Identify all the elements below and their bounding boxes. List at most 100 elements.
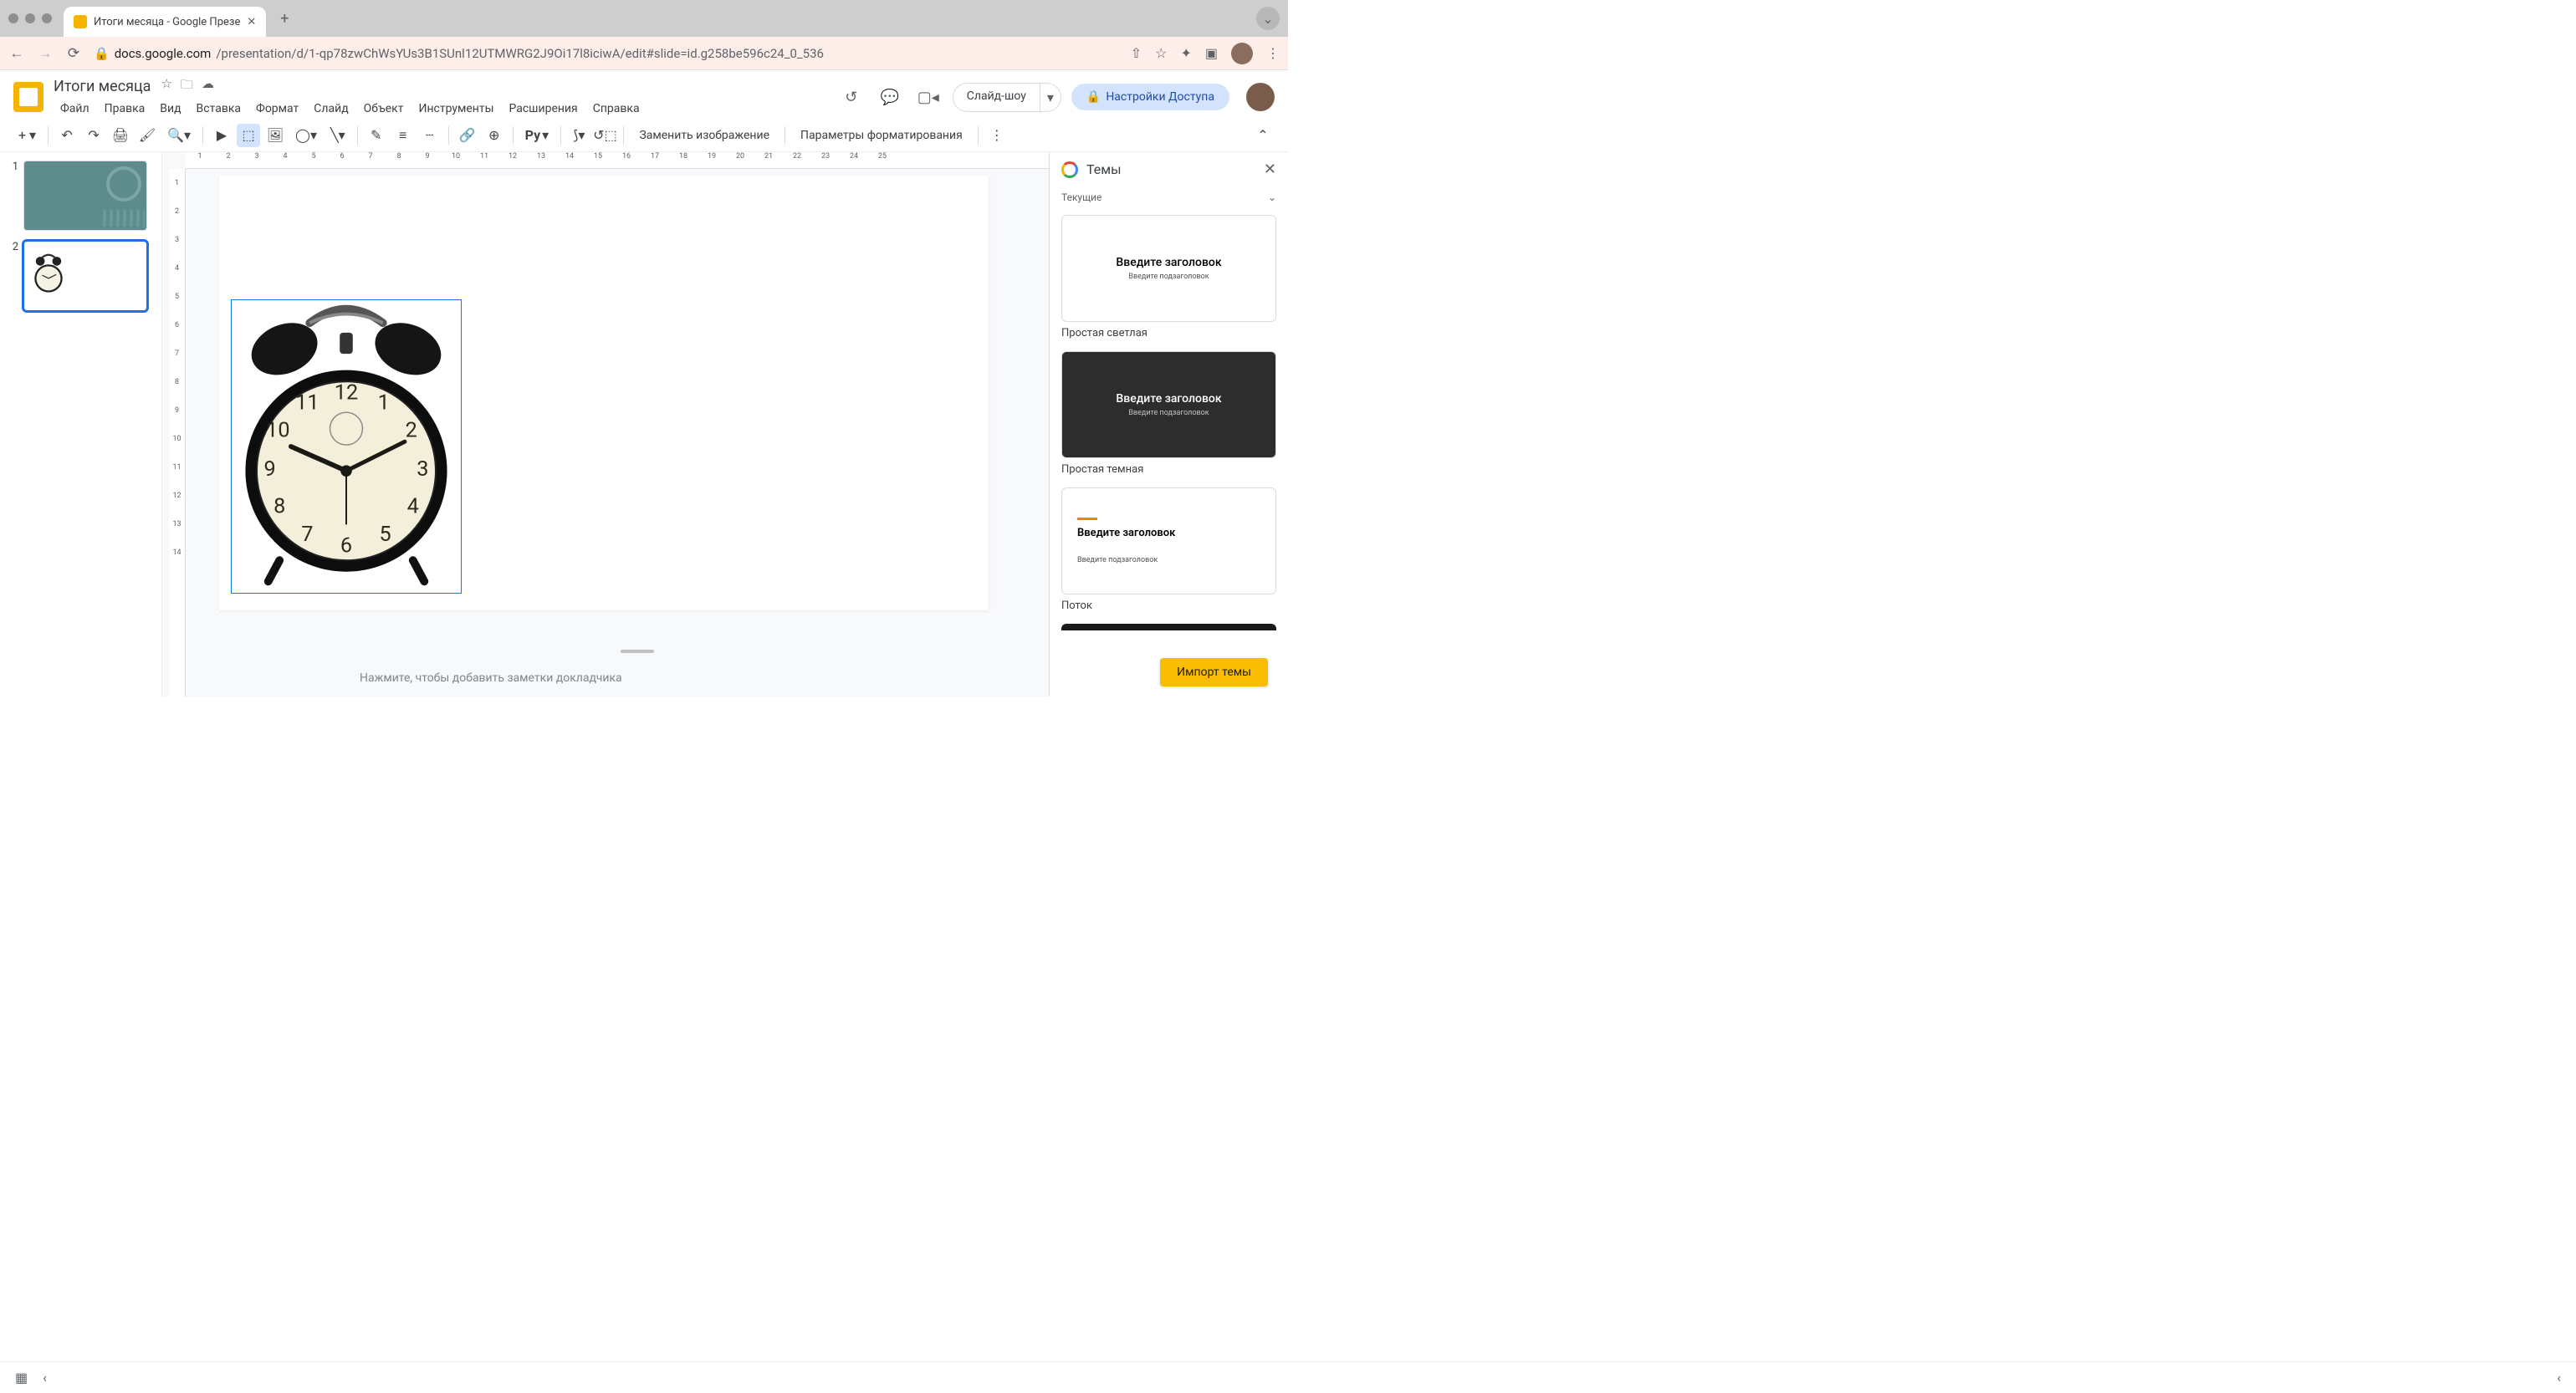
vertical-ruler: 1234567891011121314: [169, 169, 186, 696]
slide-filmstrip[interactable]: 1 2: [0, 152, 162, 696]
svg-text:6: 6: [340, 533, 352, 558]
profile-avatar[interactable]: [1231, 43, 1253, 64]
explore-button[interactable]: ‹: [2557, 1370, 2561, 1385]
mask-button[interactable]: Py▾: [520, 124, 555, 147]
history-icon[interactable]: ↺: [837, 83, 866, 111]
undo-button[interactable]: ↶: [55, 124, 79, 147]
new-slide-button[interactable]: + ▾: [13, 124, 41, 147]
slide-thumbnail-2[interactable]: [23, 241, 147, 311]
maximize-window-icon[interactable]: [42, 13, 52, 23]
main-area: 1 2 123456789101112131415161718192021222…: [0, 152, 1288, 696]
cloud-saved-icon: ☁: [202, 76, 214, 97]
image-tool[interactable]: 🖼: [263, 124, 287, 147]
menu-slide[interactable]: Слайд: [307, 99, 355, 119]
border-dash-button[interactable]: ┄: [418, 124, 442, 147]
menu-format[interactable]: Формат: [249, 99, 305, 119]
theme-card-flow[interactable]: Введите заголовок Введите подзаголовок: [1061, 487, 1276, 594]
notes-placeholder[interactable]: Нажмите, чтобы добавить заметки докладчи…: [360, 671, 622, 685]
theme-label: Поток: [1061, 600, 1276, 612]
reload-button[interactable]: ⟳: [65, 45, 82, 62]
share-button[interactable]: 🔒 Настройки Доступа: [1071, 84, 1229, 110]
menu-edit[interactable]: Правка: [98, 99, 152, 119]
theme-label: Простая темная: [1061, 463, 1276, 476]
replace-image-button[interactable]: Заменить изображение: [631, 129, 778, 142]
url-path: /presentation/d/1-qp78zwChWsYUs3B1SUnl12…: [216, 46, 824, 61]
alarm-clock-image: 1212 345 678 91011: [232, 300, 461, 593]
menu-help[interactable]: Справка: [586, 99, 647, 119]
shape-tool[interactable]: ◯▾: [290, 124, 322, 147]
lock-icon: 🔒: [94, 46, 110, 61]
browser-tab[interactable]: Итоги месяца - Google Презе ✕: [64, 7, 266, 37]
zoom-button[interactable]: 🔍▾: [162, 124, 196, 147]
explore-icon[interactable]: ‹: [43, 1370, 47, 1385]
textbox-tool[interactable]: ⬚: [237, 124, 260, 147]
slide-number: 1: [7, 161, 18, 231]
menu-tools[interactable]: Инструменты: [411, 99, 500, 119]
horizontal-ruler: 1234567891011121314151617181920212223242…: [186, 152, 1049, 169]
forward-button[interactable]: →: [37, 45, 54, 62]
line-tool[interactable]: ╲▾: [325, 124, 350, 147]
paint-format-button[interactable]: 🖌: [135, 124, 159, 147]
slide-canvas[interactable]: 1212 345 678 91011: [219, 176, 989, 610]
meet-icon[interactable]: ▢◂: [914, 83, 943, 111]
kebab-menu-icon[interactable]: ⋮: [1266, 45, 1280, 61]
tabs-menu-button[interactable]: ⌄: [1256, 7, 1280, 30]
slide-number: 2: [7, 241, 18, 311]
menu-insert[interactable]: Вставка: [190, 99, 248, 119]
slideshow-button[interactable]: Слайд-шоу: [953, 83, 1040, 112]
svg-text:1: 1: [378, 390, 390, 415]
tab-title: Итоги месяца - Google Презе: [94, 16, 240, 28]
border-weight-button[interactable]: ≡: [391, 124, 415, 147]
svg-text:7: 7: [301, 523, 313, 547]
slides-logo-icon[interactable]: [13, 82, 43, 112]
import-theme-button[interactable]: Импорт темы: [1160, 658, 1268, 686]
notes-resize-handle[interactable]: [621, 650, 654, 653]
svg-text:8: 8: [273, 495, 285, 519]
theme-card-dark[interactable]: Введите заголовок Введите подзаголовок: [1061, 351, 1276, 458]
share-icon[interactable]: ⇧: [1131, 45, 1142, 61]
print-button[interactable]: 🖨: [109, 124, 132, 147]
slide-thumbnail-1[interactable]: [23, 161, 147, 231]
speaker-notes-bar[interactable]: Нажмите, чтобы добавить заметки докладчи…: [192, 660, 1049, 696]
slideshow-dropdown[interactable]: ▾: [1040, 83, 1061, 112]
themes-title: Темы: [1086, 161, 1122, 177]
comments-icon[interactable]: 💬: [876, 83, 904, 111]
format-options-button[interactable]: Параметры форматирования: [792, 129, 971, 142]
sidepanel-icon[interactable]: ▣: [1205, 45, 1218, 61]
extensions-icon[interactable]: ✦: [1180, 45, 1191, 61]
close-panel-button[interactable]: ✕: [1264, 161, 1276, 178]
redo-button[interactable]: ↷: [82, 124, 105, 147]
select-tool[interactable]: ▶: [210, 124, 233, 147]
close-window-icon[interactable]: [8, 13, 18, 23]
menu-file[interactable]: Файл: [54, 99, 96, 119]
grid-view-icon[interactable]: ▦: [15, 1370, 28, 1385]
svg-text:5: 5: [380, 523, 391, 547]
document-title[interactable]: Итоги месяца: [54, 78, 151, 95]
link-button[interactable]: 🔗: [456, 124, 479, 147]
star-icon[interactable]: ☆: [161, 76, 171, 97]
crop-button[interactable]: ⟆▾: [568, 124, 590, 147]
svg-text:4: 4: [407, 495, 419, 519]
close-tab-icon[interactable]: ✕: [247, 16, 256, 28]
border-color-button[interactable]: ✎: [365, 124, 388, 147]
comment-button[interactable]: ⊕: [483, 124, 506, 147]
back-button[interactable]: ←: [8, 45, 25, 62]
chevron-down-icon: ⌄: [1268, 191, 1276, 203]
new-tab-button[interactable]: +: [273, 7, 296, 30]
theme-card-light[interactable]: Введите заголовок Введите подзаголовок: [1061, 215, 1276, 322]
move-icon[interactable]: 🗀: [181, 76, 193, 97]
menu-extensions[interactable]: Расширения: [502, 99, 584, 119]
address-bar[interactable]: 🔒 docs.google.com/presentation/d/1-qp78z…: [94, 46, 1119, 61]
menu-object[interactable]: Объект: [357, 99, 411, 119]
svg-text:2: 2: [406, 418, 417, 442]
bookmark-icon[interactable]: ☆: [1155, 45, 1167, 61]
more-tools-button[interactable]: ⋮: [985, 124, 1009, 147]
menu-view[interactable]: Вид: [153, 99, 187, 119]
reset-image-button[interactable]: ↺⬚: [593, 124, 616, 147]
minimize-window-icon[interactable]: [25, 13, 35, 23]
selected-image[interactable]: 1212 345 678 91011: [231, 299, 462, 594]
bottom-bar: ▦ ‹ ‹: [0, 1361, 2576, 1393]
account-avatar[interactable]: [1246, 83, 1275, 111]
themes-current-toggle[interactable]: Текущие ⌄: [1050, 186, 1288, 208]
collapse-toolbar-button[interactable]: ⌃: [1251, 124, 1275, 147]
